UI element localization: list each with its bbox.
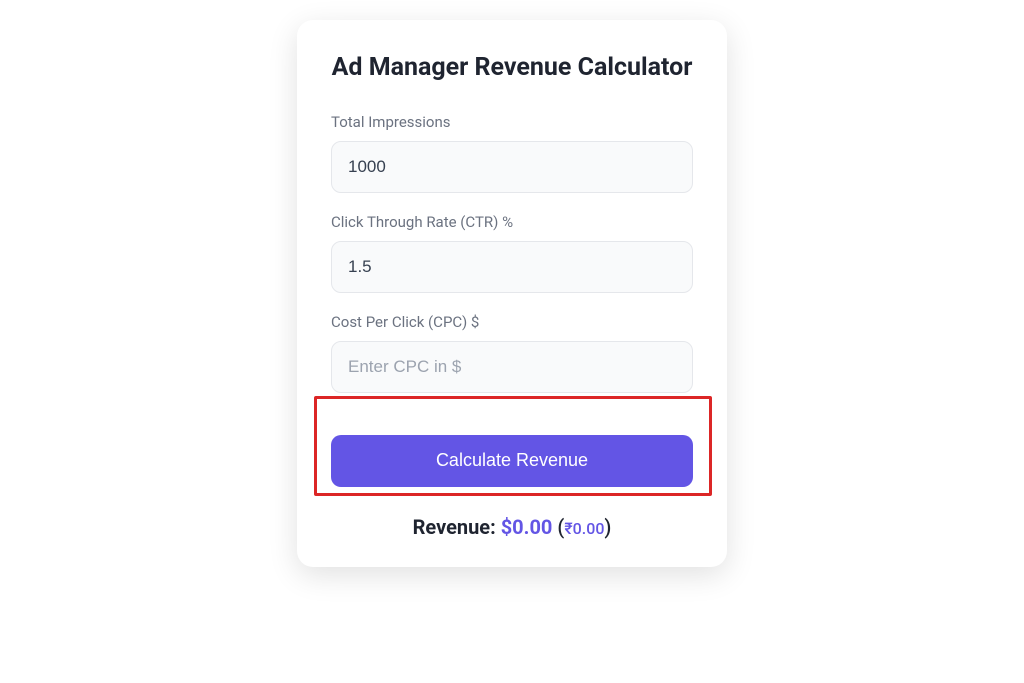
page-title: Ad Manager Revenue Calculator	[325, 52, 699, 85]
cpc-input[interactable]	[331, 341, 693, 393]
ctr-label: Click Through Rate (CTR) %	[331, 213, 693, 231]
revenue-result: Revenue: $0.00 (₹0.00)	[325, 515, 699, 539]
ctr-input[interactable]	[331, 241, 693, 293]
cpc-label: Cost Per Click (CPC) $	[331, 313, 693, 331]
revenue-label: Revenue:	[413, 515, 501, 539]
impressions-field: Total Impressions	[325, 113, 699, 193]
revenue-usd: $0.00	[501, 515, 553, 539]
calculator-card: Ad Manager Revenue Calculator Total Impr…	[297, 20, 727, 567]
calculate-button[interactable]: Calculate Revenue	[331, 435, 693, 487]
impressions-label: Total Impressions	[331, 113, 693, 131]
ctr-field: Click Through Rate (CTR) %	[325, 213, 699, 293]
impressions-input[interactable]	[331, 141, 693, 193]
revenue-inr: ₹0.00	[564, 519, 604, 538]
cpc-field: Cost Per Click (CPC) $	[325, 313, 699, 393]
paren-close: )	[604, 515, 611, 539]
